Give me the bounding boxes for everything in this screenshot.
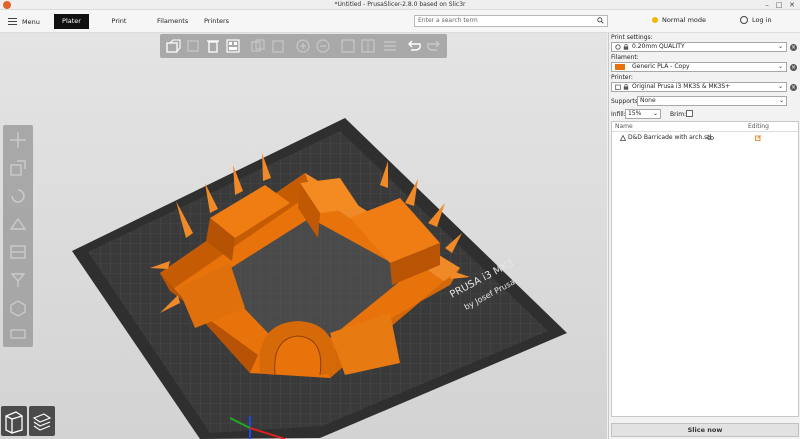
tab-print-settings[interactable]: Print Settings — [93, 14, 145, 40]
mode-selector[interactable]: Normal mode — [652, 16, 706, 24]
window-title: *Untitled - PrusaSlicer-2.8.0 based on S… — [334, 1, 466, 8]
infill-combo[interactable]: 15% ⌄ — [625, 109, 661, 119]
menu-button[interactable]: Menu — [8, 15, 40, 28]
remove-printer-preset-button[interactable]: × — [790, 84, 797, 91]
add-shape-icon[interactable] — [185, 38, 201, 54]
layers-icon[interactable] — [382, 38, 398, 54]
arrange-icon[interactable] — [225, 38, 241, 54]
tab-printers[interactable]: Printers — [198, 14, 234, 29]
slice-now-button[interactable]: Slice now — [611, 423, 799, 437]
remove-filament-preset-button[interactable]: × — [790, 64, 797, 71]
chevron-down-icon: ⌄ — [777, 43, 783, 50]
user-icon — [740, 16, 748, 24]
3d-view-button[interactable] — [1, 406, 27, 436]
brim-label: Brim: — [670, 111, 687, 118]
top-toolbar: Menu Plater Print Settings Filaments Pri… — [0, 10, 800, 40]
gizmo-toolbar — [3, 125, 33, 347]
object-row[interactable]: D&D Barricade with arch.stl — [612, 133, 798, 143]
brim-checkbox[interactable] — [686, 110, 693, 117]
print-settings-combo[interactable]: 0.20mm QUALITY ⌄ — [611, 42, 787, 52]
filament-color-swatch[interactable] — [615, 64, 625, 70]
mode-label: Normal mode — [662, 16, 707, 24]
remove-print-preset-button[interactable]: × — [790, 44, 797, 51]
object-list[interactable]: Name Editing D&D Barricade with arch.stl — [611, 121, 799, 417]
login-button[interactable]: Log in — [740, 16, 772, 24]
split-parts-icon[interactable] — [360, 38, 376, 54]
3d-viewport[interactable]: PRUSA i3 MK3 by Josef Prusa — [0, 33, 607, 439]
object-name: D&D Barricade with arch.stl — [628, 134, 712, 141]
minus-icon[interactable] — [315, 38, 331, 54]
printer-icon — [615, 84, 621, 90]
lock-icon — [623, 84, 629, 90]
settings-sidebar: Print settings: 0.20mm QUALITY ⌄ × Filam… — [608, 33, 800, 439]
object-list-header: Name Editing — [612, 122, 798, 132]
support-paint-icon[interactable] — [9, 271, 27, 289]
preview-icon — [32, 413, 52, 431]
infill-label: Infill: — [611, 111, 626, 118]
copy-icon[interactable] — [250, 38, 266, 54]
settings-gear-icon — [615, 44, 621, 50]
3d-scene[interactable]: PRUSA i3 MK3 by Josef Prusa — [0, 33, 607, 439]
redo-icon[interactable] — [426, 38, 442, 54]
filament-value: Generic PLA - Copy — [632, 63, 690, 70]
menu-icon — [8, 18, 17, 25]
menu-label: Menu — [22, 17, 40, 26]
minimize-button[interactable]: – — [763, 1, 771, 9]
move-icon[interactable] — [9, 131, 27, 149]
cut-icon[interactable] — [9, 243, 27, 261]
filament-combo[interactable]: Generic PLA - Copy ⌄ — [611, 62, 787, 72]
supports-label: Supports: — [611, 98, 640, 105]
tab-plater[interactable]: Plater — [54, 14, 89, 29]
printer-combo[interactable]: Original Prusa i3 MK3S & MK3S+ ⌄ — [611, 82, 787, 92]
delete-icon[interactable] — [205, 38, 221, 54]
plus-icon[interactable] — [295, 38, 311, 54]
printer-value: Original Prusa i3 MK3S & MK3S+ — [632, 83, 731, 90]
chevron-down-icon: ⌄ — [777, 83, 783, 90]
undo-icon[interactable] — [406, 38, 422, 54]
rotate-icon[interactable] — [9, 187, 27, 205]
col-name-header[interactable]: Name — [615, 122, 633, 132]
paste-icon[interactable] — [270, 38, 286, 54]
supports-value: None — [640, 97, 656, 104]
tab-filaments[interactable]: Filaments — [151, 14, 191, 29]
add-icon[interactable] — [165, 38, 181, 54]
chevron-down-icon: ⌄ — [777, 63, 783, 70]
variable-layer-icon[interactable] — [9, 325, 27, 343]
infill-value: 15% — [628, 110, 642, 117]
close-button[interactable]: ✕ — [788, 1, 796, 9]
print-settings-value: 0.20mm QUALITY — [632, 43, 685, 50]
search-icon[interactable] — [597, 17, 604, 24]
plater-toolbar — [160, 34, 447, 58]
mode-indicator-icon — [652, 17, 658, 23]
3d-view-icon — [5, 411, 23, 434]
print-settings-label: Print settings: — [611, 34, 653, 41]
object-file-icon — [620, 135, 626, 141]
chevron-down-icon: ⌄ — [778, 97, 784, 104]
search-placeholder: Enter a search term — [418, 17, 478, 24]
chevron-down-icon: ⌄ — [652, 110, 658, 117]
eye-icon[interactable] — [707, 135, 714, 141]
place-face-icon[interactable] — [9, 215, 27, 233]
lock-icon — [623, 44, 629, 50]
col-editing-header[interactable]: Editing — [748, 122, 769, 132]
scale-icon[interactable] — [9, 159, 27, 177]
search-input[interactable]: Enter a search term — [414, 15, 608, 27]
split-objects-icon[interactable] — [340, 38, 356, 54]
printer-label: Printer: — [611, 74, 633, 81]
preview-button[interactable] — [29, 406, 55, 436]
seam-icon[interactable] — [9, 299, 27, 317]
login-label: Log in — [752, 16, 772, 24]
supports-combo[interactable]: None ⌄ — [637, 96, 787, 106]
title-bar: *Untitled - PrusaSlicer-2.8.0 based on S… — [0, 0, 800, 10]
filament-label: Filament: — [611, 54, 639, 61]
maximize-button[interactable]: □ — [775, 1, 783, 9]
edit-icon[interactable] — [755, 135, 761, 141]
